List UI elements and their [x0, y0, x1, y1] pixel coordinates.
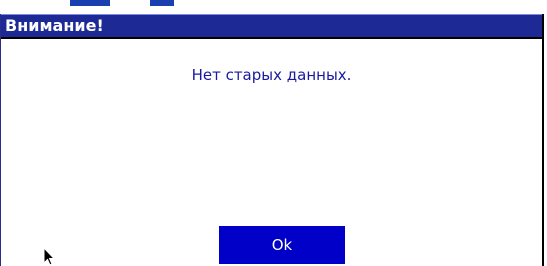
- ok-button[interactable]: Ok: [219, 226, 345, 264]
- dialog-title-bar[interactable]: Внимание!: [1, 14, 542, 37]
- background-element: [70, 0, 110, 6]
- alert-dialog: Внимание! Нет старых данных. Ok: [0, 14, 544, 266]
- mouse-pointer-icon: [43, 247, 55, 266]
- background-text-fragment: · · · · · · · · · ·: [186, 0, 284, 6]
- background-element: [150, 0, 174, 6]
- dialog-title: Внимание!: [5, 16, 104, 35]
- title-separator: [1, 37, 542, 39]
- dialog-message: Нет старых данных.: [191, 66, 352, 84]
- background-window-fragment: · · · · · · · · · ·: [0, 0, 547, 14]
